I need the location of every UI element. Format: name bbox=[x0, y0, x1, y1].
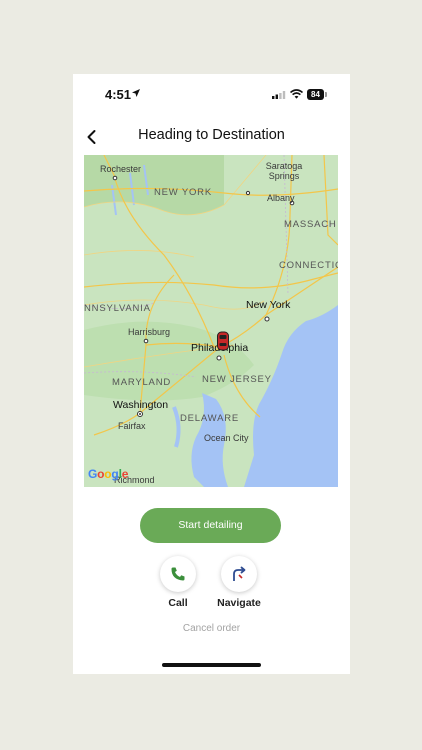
page-title: Heading to Destination bbox=[138, 127, 285, 143]
map-label-new-jersey: NEW JERSEY bbox=[202, 374, 272, 385]
navigate-button[interactable] bbox=[221, 556, 257, 592]
wifi-icon bbox=[290, 89, 303, 99]
map-view[interactable]: Rochester Saratoga Springs NEW YORK Alba… bbox=[84, 155, 338, 487]
map-label-new-york-city: New York bbox=[246, 299, 291, 311]
navigate-action: Navigate bbox=[209, 556, 269, 609]
call-action: Call bbox=[148, 556, 208, 609]
map-label-saratoga-springs: Saratoga Springs bbox=[265, 161, 303, 181]
cellular-signal-icon bbox=[272, 91, 286, 99]
map-label-delaware: DELAWARE bbox=[180, 413, 240, 424]
home-indicator[interactable] bbox=[162, 663, 261, 667]
navigate-label: Navigate bbox=[217, 597, 261, 609]
map-label-washington: Washington bbox=[113, 399, 169, 411]
call-button[interactable] bbox=[160, 556, 196, 592]
map-label-albany: Albany bbox=[267, 193, 295, 203]
location-arrow-icon bbox=[132, 89, 140, 97]
map-label-maryland: MARYLAND bbox=[112, 377, 172, 388]
battery-nub bbox=[325, 92, 327, 97]
route-arrow-icon bbox=[233, 566, 246, 581]
map-label-fairfax: Fairfax bbox=[118, 421, 146, 431]
call-label: Call bbox=[168, 597, 188, 609]
map-label-harrisburg: Harrisburg bbox=[128, 327, 171, 337]
map-label-ocean-city: Ocean City bbox=[204, 433, 249, 443]
map-label-new-york-state: NEW YORK bbox=[154, 187, 212, 198]
cancel-order-link[interactable]: Cancel order bbox=[73, 623, 350, 634]
map-label-pennsylvania: NNSYLVANIA bbox=[84, 303, 151, 314]
phone-screen: 4:51 84 Heading to Destination Rochester… bbox=[73, 74, 350, 674]
map-label-rochester: Rochester bbox=[100, 164, 142, 174]
start-detailing-button[interactable]: Start detailing bbox=[140, 508, 281, 543]
battery-indicator: 84 bbox=[307, 89, 324, 100]
car-marker-icon bbox=[217, 331, 229, 351]
google-logo: Google bbox=[88, 467, 129, 481]
header: Heading to Destination bbox=[73, 122, 350, 152]
phone-icon bbox=[171, 567, 185, 581]
map-label-connecticut: CONNECTIC bbox=[279, 260, 338, 271]
status-time: 4:51 bbox=[105, 87, 132, 102]
status-bar: 4:51 84 bbox=[73, 74, 350, 116]
map-label-massachusetts: MASSACH bbox=[284, 219, 337, 230]
